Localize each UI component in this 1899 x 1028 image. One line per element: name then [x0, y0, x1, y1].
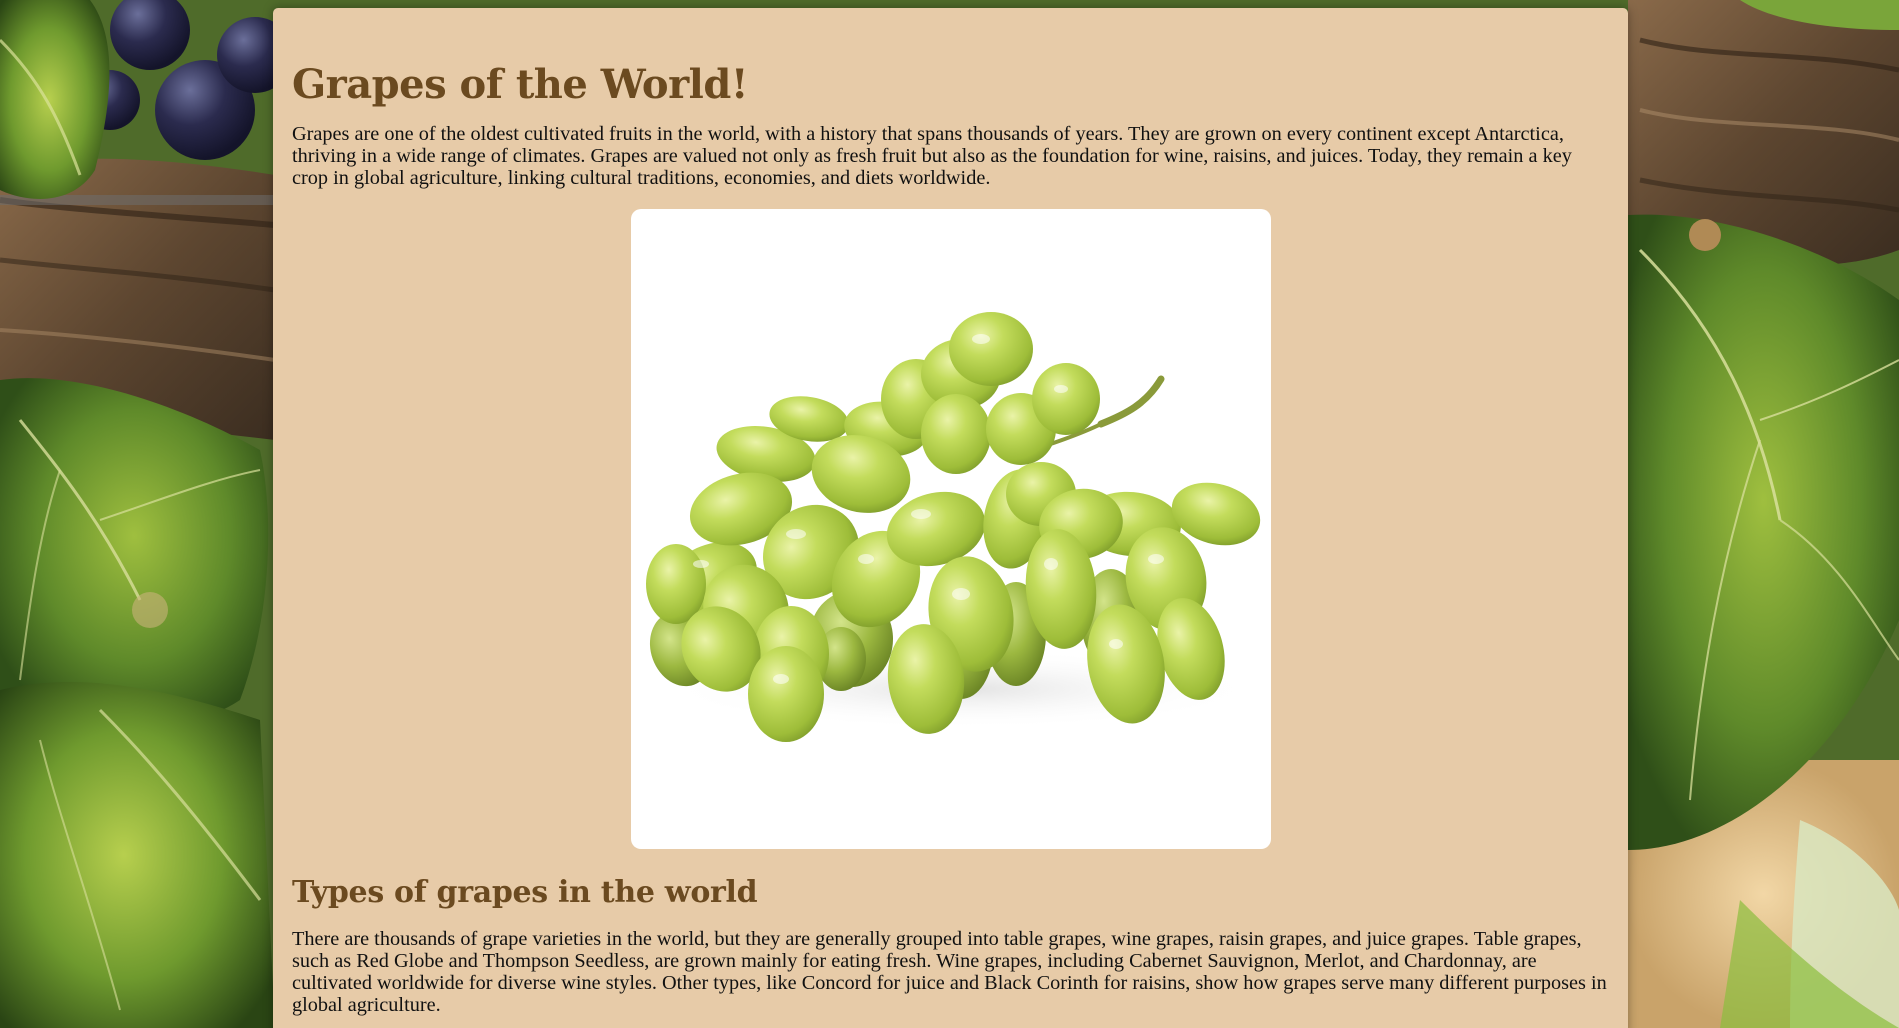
- green-grape-bunch-image: [631, 209, 1271, 849]
- content-panel: Grapes of the World! Grapes are one of t…: [273, 8, 1628, 1028]
- types-paragraph: There are thousands of grape varieties i…: [292, 928, 1607, 1016]
- page-title: Grapes of the World!: [292, 61, 748, 108]
- types-heading: Types of grapes in the world: [292, 875, 758, 910]
- intro-paragraph: Grapes are one of the oldest cultivated …: [292, 123, 1572, 189]
